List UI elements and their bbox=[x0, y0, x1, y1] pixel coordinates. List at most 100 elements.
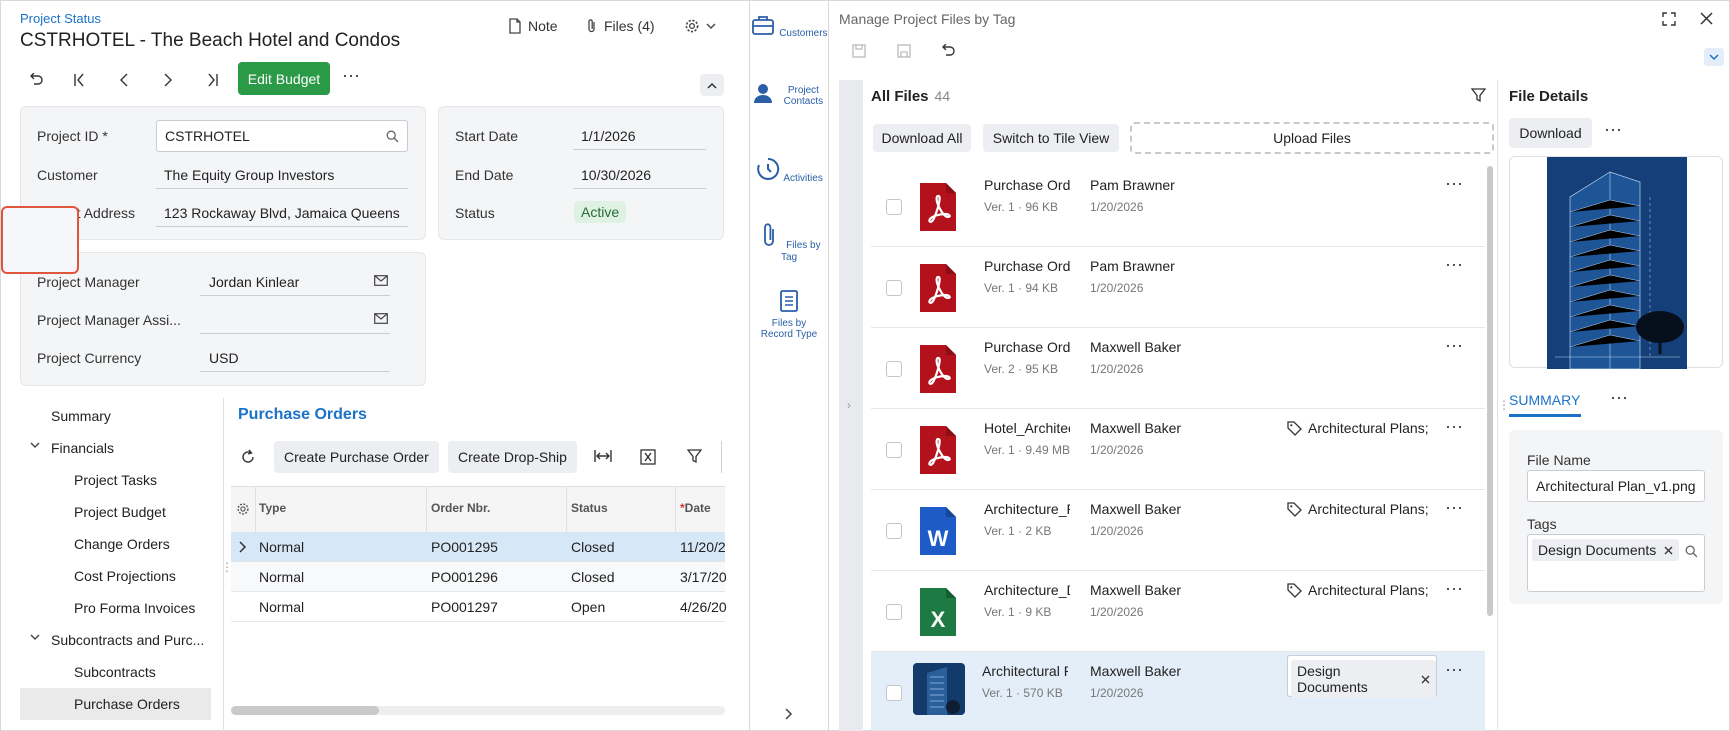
tab-summary[interactable]: SUMMARY bbox=[1509, 392, 1580, 408]
column-header-type[interactable]: Type bbox=[259, 501, 286, 515]
file-tags[interactable]: Architectural Plans; bbox=[1287, 501, 1441, 517]
column-header-status[interactable]: Status bbox=[571, 501, 608, 515]
search-icon[interactable] bbox=[1685, 545, 1698, 558]
search-icon[interactable] bbox=[386, 130, 399, 143]
project-currency-field[interactable]: USD bbox=[200, 346, 390, 372]
row-checkbox[interactable] bbox=[886, 361, 902, 377]
table-row[interactable]: Normal PO001295 Closed 11/20/2 bbox=[231, 532, 726, 562]
row-checkbox[interactable] bbox=[886, 604, 902, 620]
next-record-icon[interactable] bbox=[154, 68, 182, 92]
column-header-date[interactable]: *Date bbox=[680, 501, 711, 515]
project-manager-field[interactable]: Jordan Kinlear bbox=[200, 270, 390, 296]
filter-icon[interactable] bbox=[687, 449, 702, 464]
download-all-button[interactable]: Download All bbox=[873, 124, 971, 152]
file-row-selected[interactable]: Architectural Plan Ver. 1 · 570 KB Maxwe… bbox=[871, 652, 1485, 731]
fit-columns-icon[interactable] bbox=[594, 449, 612, 463]
details-more-icon[interactable]: ⋯ bbox=[1604, 120, 1622, 141]
row-checkbox[interactable] bbox=[886, 685, 902, 701]
undo-icon[interactable] bbox=[940, 44, 956, 58]
chevron-down-icon[interactable] bbox=[30, 634, 40, 641]
file-row[interactable]: Purchase Order Ver. 1 · 94 KB Pam Brawne… bbox=[871, 247, 1485, 328]
file-row[interactable]: Purchase Order Ver. 2 · 95 KB Maxwell Ba… bbox=[871, 328, 1485, 409]
file-name[interactable]: Purchase Order bbox=[984, 177, 1070, 193]
po-order-link[interactable]: PO001295 bbox=[431, 539, 498, 555]
nav-item-pro-forma-invoices[interactable]: Pro Forma Invoices bbox=[74, 600, 195, 616]
nav-item-cost-projections[interactable]: Cost Projections bbox=[74, 568, 176, 584]
file-preview[interactable] bbox=[1509, 156, 1723, 369]
file-name[interactable]: Purchase Order bbox=[984, 339, 1070, 355]
row-more-icon[interactable]: ⋯ bbox=[1445, 417, 1464, 438]
row-checkbox[interactable] bbox=[886, 523, 902, 539]
file-name[interactable]: Architectural Plan bbox=[982, 663, 1068, 679]
row-more-icon[interactable]: ⋯ bbox=[1445, 174, 1464, 195]
tags-editor[interactable]: Design Documents bbox=[1287, 655, 1437, 698]
vertical-scrollbar[interactable] bbox=[1487, 166, 1493, 616]
chevron-down-icon[interactable] bbox=[30, 442, 40, 449]
row-more-icon[interactable]: ⋯ bbox=[1445, 336, 1464, 357]
rail-item-activities[interactable]: Activities bbox=[749, 156, 829, 186]
maximize-icon[interactable] bbox=[1662, 12, 1676, 26]
tabs-more-icon[interactable]: ⋯ bbox=[1610, 388, 1628, 409]
switch-to-tile-view-button[interactable]: Switch to Tile View bbox=[983, 124, 1119, 152]
grid-settings-icon[interactable] bbox=[236, 502, 250, 516]
project-address-field[interactable]: 123 Rockaway Blvd, Jamaica Queens bbox=[156, 201, 408, 227]
row-more-icon[interactable]: ⋯ bbox=[1445, 579, 1464, 600]
file-tags[interactable]: Architectural Plans; bbox=[1287, 420, 1441, 436]
mail-icon[interactable] bbox=[374, 275, 388, 286]
row-more-icon[interactable]: ⋯ bbox=[1445, 498, 1464, 519]
chevron-right-icon[interactable] bbox=[785, 708, 793, 720]
po-order-link[interactable]: PO001296 bbox=[431, 569, 498, 585]
nav-item-project-tasks[interactable]: Project Tasks bbox=[74, 472, 157, 488]
close-icon[interactable] bbox=[1700, 12, 1713, 25]
file-name[interactable]: Architecture_Data bbox=[984, 582, 1070, 598]
end-date-field[interactable]: 10/30/2026 bbox=[573, 163, 706, 189]
collapse-header-button[interactable] bbox=[700, 74, 724, 96]
nav-item-financials[interactable]: Financials bbox=[51, 440, 114, 456]
files-button[interactable]: Files (4) bbox=[586, 18, 655, 34]
file-name[interactable]: Architecture_Plan bbox=[984, 501, 1070, 517]
nav-item-change-orders[interactable]: Change Orders bbox=[74, 536, 170, 552]
tags-input[interactable]: Design Documents bbox=[1527, 534, 1705, 592]
rail-item-project-contacts[interactable]: Project Contacts bbox=[749, 80, 829, 110]
undo-icon[interactable] bbox=[22, 68, 50, 92]
rail-item-customers[interactable]: Customers bbox=[749, 12, 829, 42]
tag-chip[interactable]: Design Documents bbox=[1532, 539, 1680, 561]
breadcrumb[interactable]: Project Status bbox=[20, 11, 101, 26]
po-order-link[interactable]: PO001297 bbox=[431, 599, 498, 615]
file-row[interactable]: X Architecture_Data Ver. 1 · 9 KB Maxwel… bbox=[871, 571, 1485, 652]
save-icon[interactable] bbox=[897, 44, 911, 58]
close-icon[interactable] bbox=[1664, 546, 1673, 555]
collapsed-side-strip[interactable] bbox=[839, 80, 863, 731]
row-checkbox[interactable] bbox=[886, 280, 902, 296]
file-row[interactable]: W Architecture_Plan Ver. 1 · 2 KB Maxwel… bbox=[871, 490, 1485, 571]
rail-item-files-by-tag[interactable]: Files by Tag bbox=[749, 222, 829, 263]
horizontal-scrollbar-thumb[interactable] bbox=[231, 706, 379, 715]
file-name[interactable]: Hotel_Architecture bbox=[984, 420, 1070, 436]
edit-budget-button[interactable]: Edit Budget bbox=[238, 62, 330, 95]
create-purchase-order-button[interactable]: Create Purchase Order bbox=[274, 441, 439, 473]
filter-icon[interactable] bbox=[1471, 88, 1486, 103]
refresh-icon[interactable] bbox=[240, 449, 256, 465]
chevron-down-icon[interactable] bbox=[1704, 48, 1724, 66]
project-id-input[interactable]: CSTRHOTEL bbox=[156, 120, 408, 152]
upload-files-dropzone[interactable]: Upload Files bbox=[1130, 122, 1494, 154]
nav-item-summary[interactable]: Summary bbox=[51, 408, 111, 424]
mail-icon[interactable] bbox=[374, 313, 388, 324]
excel-export-icon[interactable] bbox=[640, 449, 656, 465]
start-date-field[interactable]: 1/1/2026 bbox=[573, 124, 706, 150]
customer-link[interactable]: The Equity Group Investors bbox=[156, 163, 408, 189]
table-row[interactable]: Normal PO001297 Open 4/26/20 bbox=[231, 592, 727, 622]
last-record-icon[interactable] bbox=[198, 68, 226, 92]
nav-item-subcontracts-and-purchase[interactable]: Subcontracts and Purc... bbox=[51, 632, 204, 648]
save-close-icon[interactable] bbox=[852, 44, 866, 58]
file-row[interactable]: Purchase Order Ver. 1 · 96 KB Pam Brawne… bbox=[871, 166, 1485, 247]
file-tags[interactable]: Architectural Plans; bbox=[1287, 582, 1441, 598]
close-icon[interactable] bbox=[1421, 675, 1430, 684]
nav-item-subcontracts[interactable]: Subcontracts bbox=[74, 664, 156, 680]
file-row[interactable]: Hotel_Architecture Ver. 1 · 9.49 MB Maxw… bbox=[871, 409, 1485, 490]
row-checkbox[interactable] bbox=[886, 442, 902, 458]
column-header-order-nbr[interactable]: Order Nbr. bbox=[431, 501, 490, 515]
nav-item-purchase-orders[interactable]: Purchase Orders bbox=[74, 696, 180, 712]
settings-menu-button[interactable] bbox=[684, 18, 716, 34]
previous-record-icon[interactable] bbox=[110, 68, 138, 92]
